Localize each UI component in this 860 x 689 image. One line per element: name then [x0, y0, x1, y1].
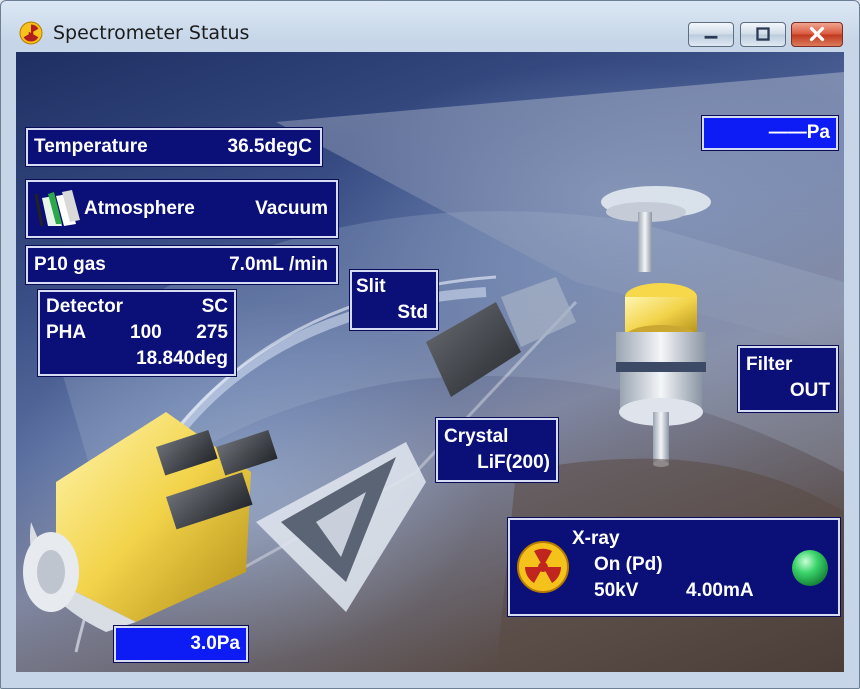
pha-high-value: 275: [196, 322, 228, 343]
minimize-icon: [704, 35, 718, 39]
p10-gas-value: 7.0mL /min: [229, 254, 328, 275]
pha-label: PHA: [46, 322, 87, 343]
crystal-value: LiF(200): [477, 452, 550, 473]
xray-current: 4.00mA: [686, 580, 754, 601]
xray-voltage: 50kV: [594, 580, 639, 601]
slit-label: Slit: [356, 276, 386, 297]
atmosphere-value: Vacuum: [255, 198, 328, 219]
window-title: Spectrometer Status: [53, 22, 250, 44]
maximize-icon: [756, 27, 770, 41]
detector-label: Detector: [46, 296, 124, 317]
detector-angle: 18.840deg: [136, 348, 228, 369]
slit-panel: Slit Std: [350, 270, 438, 330]
filter-panel: Filter OUT: [738, 346, 838, 412]
detector-pressure-value: 3.0Pa: [190, 633, 240, 654]
spectrometer-window: Spectrometer Status Temperature 36.5degC…: [0, 0, 860, 689]
chamber-pressure-panel: ——Pa: [702, 116, 838, 150]
atmosphere-panel: Atmosphere Vacuum: [26, 180, 338, 238]
xray-status-indicator: [792, 550, 828, 586]
p10-gas-label: P10 gas: [34, 254, 106, 275]
detector-type: SC: [201, 296, 228, 317]
chamber-pressure-value: ——Pa: [768, 122, 830, 143]
temperature-label: Temperature: [34, 136, 148, 157]
atmosphere-gas-icon: [34, 190, 80, 227]
filter-value: OUT: [789, 380, 830, 401]
pha-low-value: 100: [130, 322, 162, 343]
temperature-panel: Temperature 36.5degC: [26, 128, 322, 166]
atmosphere-label: Atmosphere: [84, 198, 195, 219]
close-icon: [809, 26, 825, 42]
title-bar[interactable]: Spectrometer Status: [1, 1, 859, 51]
slit-value: Std: [397, 302, 428, 323]
crystal-panel: Crystal LiF(200): [436, 418, 558, 482]
crystal-label: Crystal: [444, 426, 509, 447]
xray-panel: X-ray On (Pd) 50kV 4.00mA: [508, 518, 840, 616]
minimize-button[interactable]: [688, 22, 734, 47]
detector-pressure-panel: 3.0Pa: [114, 626, 248, 662]
p10-gas-panel: P10 gas 7.0mL /min: [26, 246, 338, 284]
spectrometer-scene: Temperature 36.5degC Atmosphere Vacuum P…: [16, 52, 844, 672]
detector-panel: Detector SC PHA 100 275 18.840deg: [38, 290, 236, 376]
xray-label: X-ray: [572, 528, 620, 549]
filter-label: Filter: [746, 354, 793, 375]
xray-state: On (Pd): [594, 554, 663, 575]
xray-radiation-icon: [517, 541, 569, 593]
close-button[interactable]: [791, 22, 843, 47]
maximize-button[interactable]: [740, 22, 786, 47]
temperature-value: 36.5degC: [227, 136, 312, 157]
radiation-icon: [19, 21, 43, 45]
